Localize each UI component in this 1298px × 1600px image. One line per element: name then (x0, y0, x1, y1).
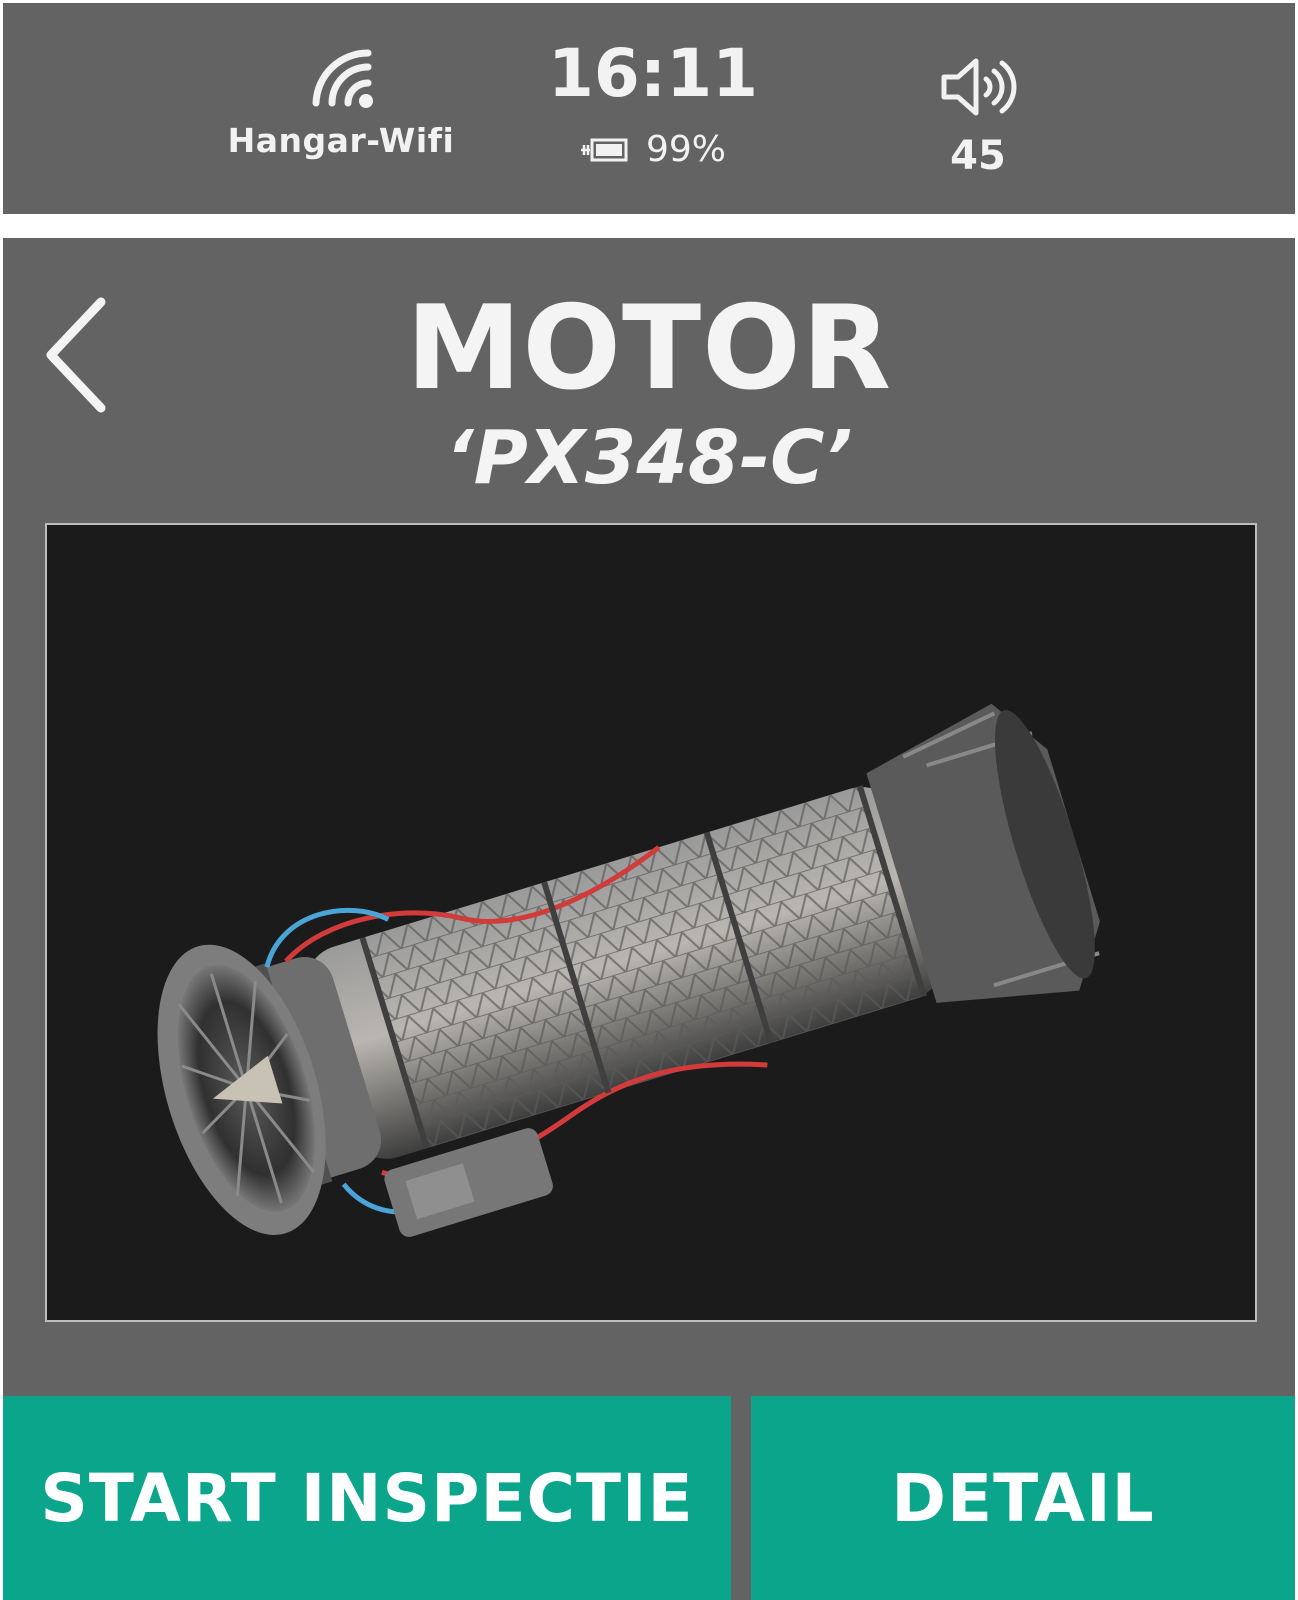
page-title: MOTOR (405, 281, 893, 416)
detail-button[interactable]: DETAIL (751, 1396, 1295, 1600)
battery-status: 99% (533, 129, 773, 170)
clock-battery: 16:11 99% (533, 3, 773, 171)
engine-image (45, 523, 1257, 1322)
speaker-icon (941, 58, 1017, 116)
volume-status[interactable]: 45 (858, 3, 1098, 179)
clock-time: 16:11 (547, 35, 759, 112)
wifi-icon (312, 49, 373, 108)
volume-level: 45 (950, 133, 1006, 179)
status-bar: Hangar-Wifi 16:11 99% 45 (3, 3, 1295, 214)
jet-engine-illustration (157, 703, 1100, 1237)
wifi-status[interactable]: Hangar-Wifi (221, 3, 461, 160)
start-inspection-button[interactable]: START INSPECTIE (3, 1396, 731, 1600)
wifi-network-name: Hangar-Wifi (227, 121, 455, 160)
battery-level: 99% (645, 129, 726, 170)
battery-icon (580, 138, 628, 161)
main-panel: MOTOR ‘PX348-C’ START INSPECTIE DETAIL (3, 238, 1295, 1600)
model-subtitle: ‘PX348-C’ (445, 415, 853, 501)
